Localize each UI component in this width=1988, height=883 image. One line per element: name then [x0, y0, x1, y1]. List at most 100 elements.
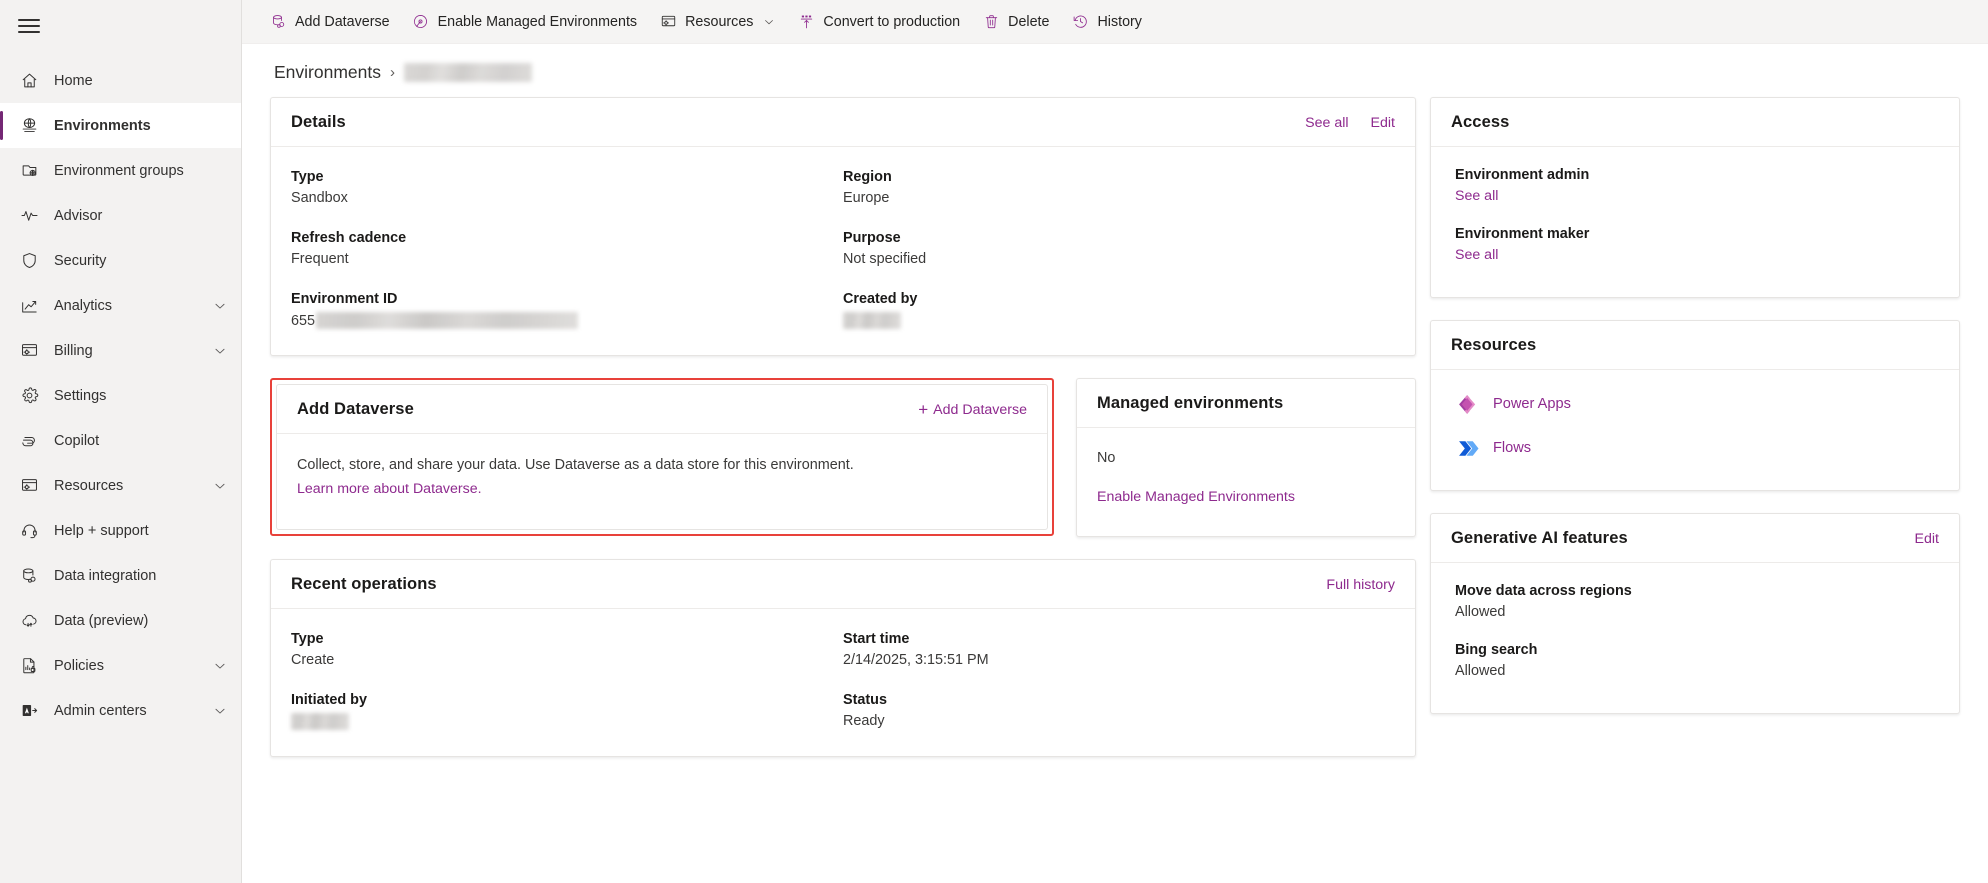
- resources-icon: [18, 475, 40, 497]
- sidebar-item-environments[interactable]: Environments: [0, 103, 241, 148]
- shield-icon: [18, 250, 40, 272]
- access-group-label: Environment admin: [1455, 167, 1590, 183]
- access-group-see-all-link[interactable]: See all: [1455, 247, 1939, 263]
- breadcrumb-item-environments[interactable]: Environments: [274, 62, 381, 83]
- access-card-header: Access: [1431, 98, 1959, 147]
- access-card-body: Environment admin See all Environment make…: [1431, 147, 1959, 297]
- enable-managed-environments-link[interactable]: Enable Managed Environments: [1097, 489, 1295, 505]
- sidebar-item-label: Help + support: [54, 522, 149, 539]
- sidebar-item-help-support[interactable]: Help + support: [0, 508, 241, 553]
- sidebar-item-resources[interactable]: Resources: [0, 463, 241, 508]
- chevron-down-icon[interactable]: [213, 344, 227, 358]
- recent-operations-card-title: Recent operations: [291, 575, 437, 593]
- access-group: Environment admin See all: [1455, 167, 1939, 204]
- add-dataverse-card-title: Add Dataverse: [297, 400, 414, 418]
- sidebar-item-advisor[interactable]: Advisor: [0, 193, 241, 238]
- advisor-pulse-icon: [18, 205, 40, 227]
- chevron-down-icon[interactable]: [213, 704, 227, 718]
- sidebar-item-policies[interactable]: Policies: [0, 643, 241, 688]
- sidebar-item-data-preview[interactable]: Data (preview): [0, 598, 241, 643]
- sidebar-item-label: Copilot: [54, 432, 100, 449]
- chevron-down-icon[interactable]: [213, 479, 227, 493]
- sidebar-item-billing[interactable]: Billing: [0, 328, 241, 373]
- power-automate-flows-icon: [1455, 436, 1479, 460]
- sidebar-item-label: Data (preview): [54, 612, 149, 629]
- resources-card: Resources Power Apps Flows: [1430, 320, 1960, 491]
- access-group-see-all-link[interactable]: See all: [1455, 188, 1939, 204]
- toolbar-delete-button[interactable]: Delete: [971, 5, 1060, 39]
- sidebar-item-analytics[interactable]: Analytics: [0, 283, 241, 328]
- sidebar-item-label: Analytics: [54, 297, 113, 314]
- resource-item-power-apps[interactable]: Power Apps: [1455, 392, 1939, 416]
- field-value: Ready: [843, 713, 885, 729]
- sidebar-item-environment-groups[interactable]: Environment groups: [0, 148, 241, 193]
- redacted-value: [291, 713, 349, 730]
- recent-operations-card: Recent operations Full history Type Creat…: [270, 559, 1416, 757]
- add-dataverse-description: Collect, store, and share your data. Use…: [297, 457, 854, 473]
- toolbar-add-dataverse-button[interactable]: Add Dataverse: [258, 5, 401, 39]
- full-history-link[interactable]: Full history: [1326, 577, 1395, 593]
- details-edit-link[interactable]: Edit: [1371, 115, 1395, 131]
- sidebar-item-label: Environments: [54, 117, 151, 134]
- toolbar-convert-to-production-button[interactable]: Convert to production: [786, 5, 971, 39]
- sidebar-item-admin-centers[interactable]: Admin centers: [0, 688, 241, 733]
- field-value: Sandbox: [291, 190, 348, 206]
- details-see-all-link[interactable]: See all: [1305, 115, 1348, 131]
- resources-card-body: Power Apps Flows: [1431, 370, 1959, 490]
- field-value: [843, 312, 1395, 329]
- managed-environments-card-title: Managed environments: [1097, 394, 1284, 412]
- add-dataverse-card-body: Collect, store, and share your data. Use…: [277, 434, 1047, 529]
- recent-operations-field-grid: Type Create Start time 2/14/2025, 3:15:51 P…: [291, 631, 1395, 730]
- access-group: Environment maker See all: [1455, 226, 1939, 263]
- sidebar-item-data-integration[interactable]: Data integration: [0, 553, 241, 598]
- toolbar-enable-managed-environments-button[interactable]: Enable Managed Environments: [401, 5, 649, 39]
- access-card: Access Environment admin See all Environme…: [1430, 97, 1960, 298]
- field-start-time: Start time 2/14/2025, 3:15:51 PM: [843, 631, 1395, 668]
- policy-lock-icon: [18, 655, 40, 677]
- chevron-down-icon[interactable]: [213, 659, 227, 673]
- generative-ai-card-header: Generative AI features Edit: [1431, 514, 1959, 563]
- history-clock-icon: [1071, 13, 1089, 31]
- database-link-icon: [18, 565, 40, 587]
- sidebar-item-settings[interactable]: Settings: [0, 373, 241, 418]
- managed-environments-value: No: [1097, 450, 1116, 466]
- breadcrumb-separator-icon: ›: [390, 64, 395, 81]
- access-card-title: Access: [1451, 113, 1510, 131]
- redacted-value: [316, 312, 579, 329]
- toolbar-history-button[interactable]: History: [1060, 5, 1152, 39]
- recent-operations-card-body: Type Create Start time 2/14/2025, 3:15:51 P…: [271, 609, 1415, 756]
- field-refresh-cadence: Refresh cadence Frequent: [291, 230, 843, 267]
- add-dataverse-action-label[interactable]: Add Dataverse: [933, 402, 1027, 418]
- field-value: 2/14/2025, 3:15:51 PM: [843, 652, 989, 668]
- field-type: Type Create: [291, 631, 843, 668]
- details-card: Details See all Edit Type Sandbox Region Eu…: [270, 97, 1416, 356]
- learn-more-dataverse-link[interactable]: Learn more about Dataverse.: [297, 481, 482, 497]
- analytics-chart-icon: [18, 295, 40, 317]
- generative-ai-card: Generative AI features Edit Move data ac…: [1430, 513, 1960, 714]
- sidebar-item-label: Security: [54, 252, 107, 269]
- add-dataverse-icon: [269, 13, 287, 31]
- hamburger-icon: [18, 15, 40, 37]
- global-nav-toggle[interactable]: [0, 4, 241, 48]
- access-group-label: Environment maker: [1455, 226, 1590, 242]
- field-label: Start time: [843, 631, 910, 647]
- generative-ai-edit-link[interactable]: Edit: [1915, 531, 1939, 547]
- generative-ai-card-body: Move data across regions Allowed Bing sear…: [1431, 563, 1959, 713]
- gear-icon: [18, 385, 40, 407]
- field-type: Type Sandbox: [291, 169, 843, 206]
- billing-icon: [18, 340, 40, 362]
- right-column: Access Environment admin See all Environme…: [1430, 97, 1960, 779]
- chevron-down-icon[interactable]: [213, 299, 227, 313]
- breadcrumb: Environments ›: [242, 44, 1988, 97]
- two-column-layout: Details See all Edit Type Sandbox Region Eu…: [242, 97, 1988, 779]
- details-card-title: Details: [291, 113, 346, 131]
- sidebar-item-home[interactable]: Home: [0, 58, 241, 103]
- resource-item-flows[interactable]: Flows: [1455, 436, 1939, 460]
- sidebar-item-copilot[interactable]: Copilot: [0, 418, 241, 463]
- field-label: Created by: [843, 291, 918, 307]
- add-dataverse-action[interactable]: + Add Dataverse: [918, 401, 1027, 418]
- sidebar-item-security[interactable]: Security: [0, 238, 241, 283]
- toolbar-resources-button[interactable]: Resources: [648, 5, 786, 39]
- power-apps-icon: [1455, 392, 1479, 416]
- sidebar-item-label: Admin centers: [54, 702, 147, 719]
